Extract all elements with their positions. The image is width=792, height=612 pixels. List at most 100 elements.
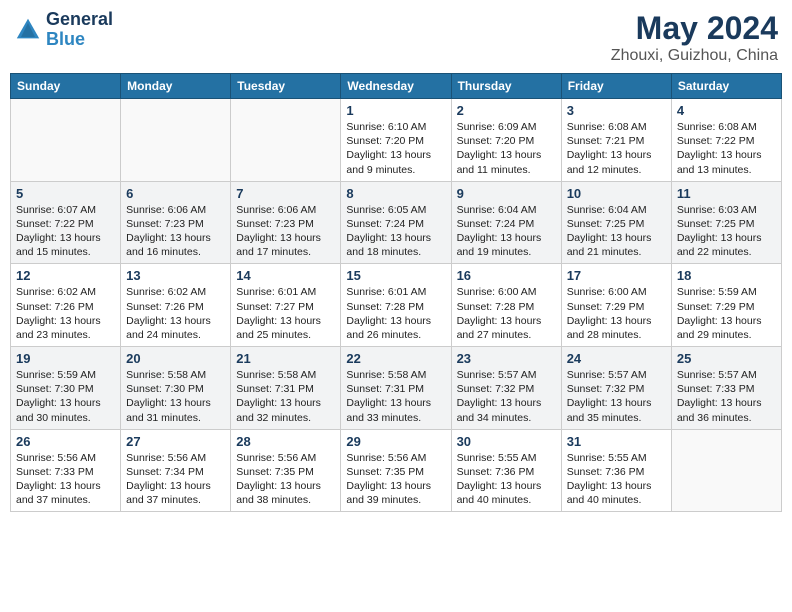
- day-info: Sunrise: 5:58 AMSunset: 7:31 PMDaylight:…: [346, 368, 445, 425]
- day-info: Sunrise: 5:58 AMSunset: 7:31 PMDaylight:…: [236, 368, 335, 425]
- day-number: 14: [236, 268, 335, 283]
- day-info: Sunrise: 6:08 AMSunset: 7:22 PMDaylight:…: [677, 120, 776, 177]
- day-number: 4: [677, 103, 776, 118]
- weekday-header: Saturday: [671, 74, 781, 99]
- calendar-table: SundayMondayTuesdayWednesdayThursdayFrid…: [10, 73, 782, 512]
- day-info: Sunrise: 5:57 AMSunset: 7:32 PMDaylight:…: [567, 368, 666, 425]
- calendar-cell: 6 Sunrise: 6:06 AMSunset: 7:23 PMDaylight…: [121, 181, 231, 264]
- calendar-cell: 9 Sunrise: 6:04 AMSunset: 7:24 PMDaylight…: [451, 181, 561, 264]
- calendar-cell: 16 Sunrise: 6:00 AMSunset: 7:28 PMDayligh…: [451, 264, 561, 347]
- day-number: 22: [346, 351, 445, 366]
- day-number: 24: [567, 351, 666, 366]
- calendar-cell: 25 Sunrise: 5:57 AMSunset: 7:33 PMDayligh…: [671, 347, 781, 430]
- calendar-cell: 3 Sunrise: 6:08 AMSunset: 7:21 PMDaylight…: [561, 99, 671, 182]
- day-info: Sunrise: 6:08 AMSunset: 7:21 PMDaylight:…: [567, 120, 666, 177]
- day-number: 20: [126, 351, 225, 366]
- calendar-week-row: 5 Sunrise: 6:07 AMSunset: 7:22 PMDaylight…: [11, 181, 782, 264]
- calendar-week-row: 19 Sunrise: 5:59 AMSunset: 7:30 PMDayligh…: [11, 347, 782, 430]
- day-info: Sunrise: 6:06 AMSunset: 7:23 PMDaylight:…: [236, 203, 335, 260]
- day-info: Sunrise: 6:01 AMSunset: 7:27 PMDaylight:…: [236, 285, 335, 342]
- day-info: Sunrise: 5:58 AMSunset: 7:30 PMDaylight:…: [126, 368, 225, 425]
- day-info: Sunrise: 5:55 AMSunset: 7:36 PMDaylight:…: [567, 451, 666, 508]
- day-info: Sunrise: 6:00 AMSunset: 7:29 PMDaylight:…: [567, 285, 666, 342]
- calendar-cell: 30Sunrise: 5:55 AMSunset: 7:36 PMDayligh…: [451, 429, 561, 512]
- day-number: 12: [16, 268, 115, 283]
- day-info: Sunrise: 5:56 AMSunset: 7:35 PMDaylight:…: [236, 451, 335, 508]
- calendar-cell: 8Sunrise: 6:05 AMSunset: 7:24 PMDaylight…: [341, 181, 451, 264]
- day-info: Sunrise: 6:04 AMSunset: 7:25 PMDaylight:…: [567, 203, 666, 260]
- calendar-cell: 12 Sunrise: 6:02 AMSunset: 7:26 PMDayligh…: [11, 264, 121, 347]
- day-number: 18: [677, 268, 776, 283]
- calendar-cell: 24 Sunrise: 5:57 AMSunset: 7:32 PMDayligh…: [561, 347, 671, 430]
- calendar-cell: 1Sunrise: 6:10 AMSunset: 7:20 PMDaylight…: [341, 99, 451, 182]
- day-info: Sunrise: 5:59 AMSunset: 7:30 PMDaylight:…: [16, 368, 115, 425]
- calendar-cell: 11 Sunrise: 6:03 AMSunset: 7:25 PMDayligh…: [671, 181, 781, 264]
- day-info: Sunrise: 6:09 AMSunset: 7:20 PMDaylight:…: [457, 120, 556, 177]
- day-info: Sunrise: 5:59 AMSunset: 7:29 PMDaylight:…: [677, 285, 776, 342]
- calendar-cell: 7 Sunrise: 6:06 AMSunset: 7:23 PMDaylight…: [231, 181, 341, 264]
- calendar-cell: 20 Sunrise: 5:58 AMSunset: 7:30 PMDayligh…: [121, 347, 231, 430]
- day-number: 9: [457, 186, 556, 201]
- day-info: Sunrise: 6:01 AMSunset: 7:28 PMDaylight:…: [346, 285, 445, 342]
- day-number: 3: [567, 103, 666, 118]
- calendar-cell: [671, 429, 781, 512]
- day-info: Sunrise: 5:57 AMSunset: 7:33 PMDaylight:…: [677, 368, 776, 425]
- calendar-cell: 10 Sunrise: 6:04 AMSunset: 7:25 PMDayligh…: [561, 181, 671, 264]
- calendar-cell: 26Sunrise: 5:56 AMSunset: 7:33 PMDayligh…: [11, 429, 121, 512]
- day-number: 25: [677, 351, 776, 366]
- day-number: 26: [16, 434, 115, 449]
- calendar-cell: 31 Sunrise: 5:55 AMSunset: 7:36 PMDayligh…: [561, 429, 671, 512]
- calendar-cell: 4 Sunrise: 6:08 AMSunset: 7:22 PMDaylight…: [671, 99, 781, 182]
- day-info: Sunrise: 6:06 AMSunset: 7:23 PMDaylight:…: [126, 203, 225, 260]
- calendar-cell: 27Sunrise: 5:56 AMSunset: 7:34 PMDayligh…: [121, 429, 231, 512]
- calendar-cell: 13 Sunrise: 6:02 AMSunset: 7:26 PMDayligh…: [121, 264, 231, 347]
- calendar-cell: 18 Sunrise: 5:59 AMSunset: 7:29 PMDayligh…: [671, 264, 781, 347]
- day-info: Sunrise: 6:04 AMSunset: 7:24 PMDaylight:…: [457, 203, 556, 260]
- weekday-header: Friday: [561, 74, 671, 99]
- day-number: 30: [457, 434, 556, 449]
- day-number: 2: [457, 103, 556, 118]
- day-number: 28: [236, 434, 335, 449]
- calendar-cell: 17Sunrise: 6:00 AMSunset: 7:29 PMDayligh…: [561, 264, 671, 347]
- day-number: 19: [16, 351, 115, 366]
- day-number: 27: [126, 434, 225, 449]
- day-number: 10: [567, 186, 666, 201]
- day-info: Sunrise: 6:03 AMSunset: 7:25 PMDaylight:…: [677, 203, 776, 260]
- calendar-cell: [11, 99, 121, 182]
- day-info: Sunrise: 5:56 AMSunset: 7:35 PMDaylight:…: [346, 451, 445, 508]
- day-info: Sunrise: 6:00 AMSunset: 7:28 PMDaylight:…: [457, 285, 556, 342]
- page-header: General Blue May 2024 Zhouxi, Guizhou, C…: [10, 10, 782, 65]
- day-info: Sunrise: 6:07 AMSunset: 7:22 PMDaylight:…: [16, 203, 115, 260]
- day-info: Sunrise: 6:02 AMSunset: 7:26 PMDaylight:…: [16, 285, 115, 342]
- calendar-cell: 21 Sunrise: 5:58 AMSunset: 7:31 PMDayligh…: [231, 347, 341, 430]
- title-block: May 2024 Zhouxi, Guizhou, China: [611, 10, 778, 65]
- logo-text: General Blue: [46, 10, 113, 50]
- logo-icon: [14, 16, 42, 44]
- weekday-header: Wednesday: [341, 74, 451, 99]
- day-number: 29: [346, 434, 445, 449]
- calendar-cell: 29 Sunrise: 5:56 AMSunset: 7:35 PMDayligh…: [341, 429, 451, 512]
- calendar-week-row: 12 Sunrise: 6:02 AMSunset: 7:26 PMDayligh…: [11, 264, 782, 347]
- day-number: 6: [126, 186, 225, 201]
- weekday-header: Monday: [121, 74, 231, 99]
- day-number: 5: [16, 186, 115, 201]
- calendar-cell: [121, 99, 231, 182]
- calendar-cell: 23Sunrise: 5:57 AMSunset: 7:32 PMDayligh…: [451, 347, 561, 430]
- day-number: 7: [236, 186, 335, 201]
- day-number: 23: [457, 351, 556, 366]
- calendar-cell: 14 Sunrise: 6:01 AMSunset: 7:27 PMDayligh…: [231, 264, 341, 347]
- day-number: 11: [677, 186, 776, 201]
- calendar-cell: [231, 99, 341, 182]
- day-number: 16: [457, 268, 556, 283]
- day-info: Sunrise: 6:10 AMSunset: 7:20 PMDaylight:…: [346, 120, 445, 177]
- page-title: May 2024: [611, 10, 778, 47]
- calendar-week-row: 26Sunrise: 5:56 AMSunset: 7:33 PMDayligh…: [11, 429, 782, 512]
- day-number: 21: [236, 351, 335, 366]
- day-number: 13: [126, 268, 225, 283]
- weekday-header-row: SundayMondayTuesdayWednesdayThursdayFrid…: [11, 74, 782, 99]
- calendar-cell: 28 Sunrise: 5:56 AMSunset: 7:35 PMDayligh…: [231, 429, 341, 512]
- calendar-cell: 5 Sunrise: 6:07 AMSunset: 7:22 PMDaylight…: [11, 181, 121, 264]
- day-info: Sunrise: 6:02 AMSunset: 7:26 PMDaylight:…: [126, 285, 225, 342]
- day-number: 31: [567, 434, 666, 449]
- day-number: 8: [346, 186, 445, 201]
